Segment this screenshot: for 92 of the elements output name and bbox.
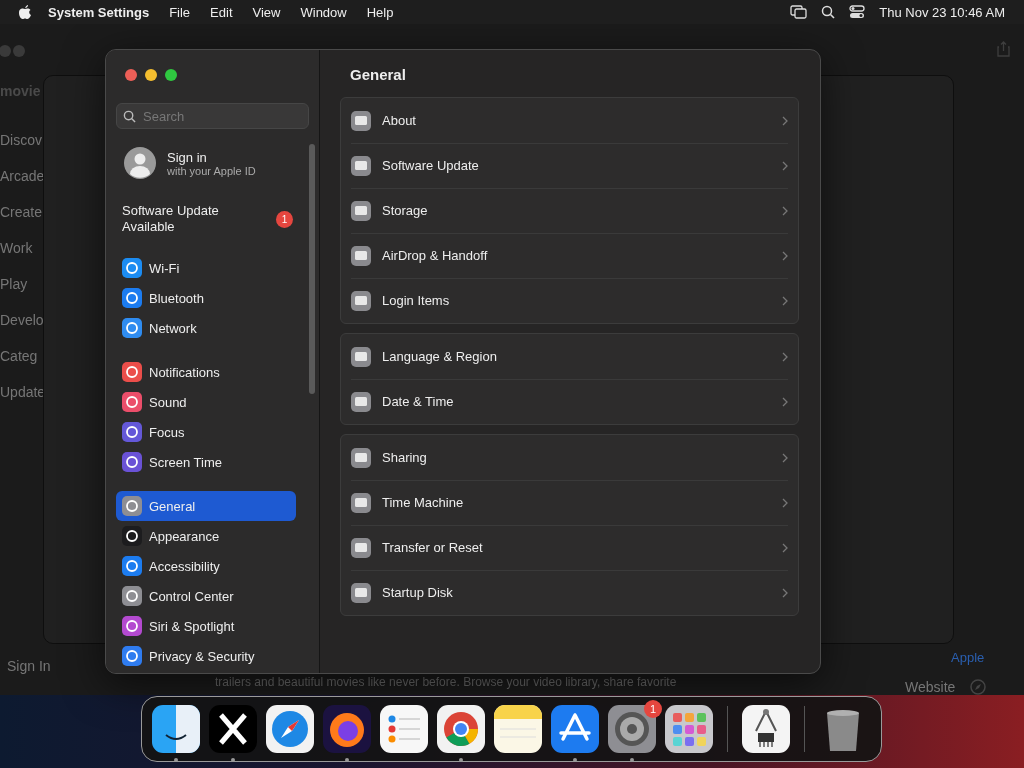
app-icon[interactable] <box>608 705 656 753</box>
sidebar-item[interactable]: Develo <box>0 312 44 328</box>
control-center-icon[interactable] <box>849 5 866 19</box>
sidebar-item[interactable]: Notifications <box>116 357 296 387</box>
menu-item[interactable]: Edit <box>200 4 243 20</box>
apple-icon[interactable] <box>18 4 32 20</box>
chevron-icon <box>782 542 788 553</box>
chevron-icon <box>782 205 788 216</box>
sidebar-item[interactable]: Screen Time <box>116 447 296 477</box>
sign-in-link[interactable]: Sign In <box>7 658 51 674</box>
app-icon[interactable] <box>665 705 713 753</box>
close-button[interactable] <box>125 69 137 81</box>
search-icon <box>123 110 136 123</box>
sidebar-item[interactable]: Privacy & Security <box>116 641 296 671</box>
sidebar-item[interactable]: Appearance <box>116 521 296 551</box>
settings-row[interactable]: About <box>341 98 798 143</box>
chevron-icon <box>782 396 788 407</box>
chevron-icon <box>782 452 788 463</box>
settings-row-icon <box>351 492 371 513</box>
settings-row[interactable]: Storage <box>341 188 798 233</box>
app-icon[interactable] <box>323 705 371 753</box>
app-icon[interactable] <box>266 705 314 753</box>
sidebar-item[interactable]: Create <box>0 204 43 220</box>
account-subtitle: with your Apple ID <box>167 164 256 177</box>
website-link[interactable]: Website <box>905 679 956 695</box>
sidebar-item[interactable]: Sound <box>116 387 296 417</box>
notification-badge: 1 <box>276 210 293 228</box>
settings-row[interactable]: Startup Disk <box>341 570 798 615</box>
settings-row[interactable]: Time Machine <box>341 480 798 525</box>
minimize-button[interactable] <box>145 69 157 81</box>
settings-row-icon <box>351 447 371 468</box>
settings-row[interactable]: Software Update <box>341 143 798 188</box>
app-icon[interactable] <box>152 705 200 753</box>
chevron-icon <box>782 497 788 508</box>
settings-row-icon <box>351 245 371 266</box>
zoom-button[interactable] <box>165 69 177 81</box>
app-icon[interactable] <box>551 705 599 753</box>
settings-row-icon <box>351 346 371 367</box>
sidebar-item[interactable]: Wi-Fi <box>116 253 296 283</box>
sidebar-item[interactable]: Arcade <box>0 168 45 184</box>
chevron-icon <box>782 115 788 126</box>
clock[interactable]: Thu Nov 23 10:46 AM <box>879 4 1005 20</box>
compass-icon <box>970 679 986 695</box>
screen-mirroring-icon[interactable] <box>790 5 808 19</box>
chevron-icon <box>782 351 788 362</box>
settings-row[interactable]: Sharing <box>341 435 798 480</box>
settings-row-icon <box>351 110 371 131</box>
chevron-icon <box>782 587 788 598</box>
settings-row-icon <box>351 290 371 311</box>
chevron-icon <box>782 250 788 261</box>
menu-item[interactable]: Window <box>290 4 357 20</box>
settings-row[interactable]: Date & Time <box>341 379 798 424</box>
sidebar-item[interactable]: Siri & Spotlight <box>116 611 296 641</box>
settings-row-icon <box>351 200 371 221</box>
menu-item[interactable]: File <box>159 4 201 20</box>
update-label[interactable]: Software Update Available <box>122 203 252 235</box>
settings-row-icon <box>351 155 371 176</box>
menu-item[interactable]: View <box>242 4 291 20</box>
app-menu[interactable]: System Settings <box>32 4 160 20</box>
chevron-icon <box>782 160 788 171</box>
sidebar-item[interactable]: Work <box>0 240 33 256</box>
app-icon[interactable] <box>742 705 790 753</box>
sidebar-item[interactable]: Network <box>116 313 296 343</box>
app-icon[interactable] <box>380 705 428 753</box>
settings-row[interactable]: Login Items <box>341 278 798 323</box>
settings-row-icon <box>351 391 371 412</box>
sidebar-item[interactable]: Accessibility <box>116 551 296 581</box>
sidebar-item[interactable]: Categ <box>0 348 38 364</box>
sidebar-item[interactable]: Discov <box>0 132 42 148</box>
avatar-icon[interactable] <box>124 147 156 179</box>
chevron-icon <box>782 295 788 306</box>
sidebar-item[interactable]: Control Center <box>116 581 296 611</box>
account-title[interactable]: Sign in <box>167 149 256 165</box>
settings-row-icon <box>351 582 371 603</box>
sidebar-item[interactable]: Play <box>0 276 28 292</box>
sidebar-item[interactable]: Update <box>0 384 46 400</box>
sidebar-item[interactable]: Focus <box>116 417 296 447</box>
scrollbar[interactable] <box>309 144 315 394</box>
app-icon[interactable] <box>494 705 542 753</box>
settings-row[interactable]: Language & Region <box>341 334 798 379</box>
search-field[interactable]: Search <box>116 103 309 129</box>
settings-row-icon <box>351 537 371 558</box>
notification-badge: 1 <box>644 700 662 718</box>
menu-item[interactable]: Help <box>356 4 404 20</box>
page-title: General <box>349 66 407 85</box>
app-icon[interactable] <box>437 705 485 753</box>
settings-row[interactable]: Transfer or Reset <box>341 525 798 570</box>
sidebar-item[interactable]: Bluetooth <box>116 283 296 313</box>
app-icon[interactable] <box>209 705 257 753</box>
sidebar-item[interactable]: General <box>116 491 296 521</box>
settings-row[interactable]: AirDrop & Handoff <box>341 233 798 278</box>
search-icon[interactable] <box>821 5 836 19</box>
